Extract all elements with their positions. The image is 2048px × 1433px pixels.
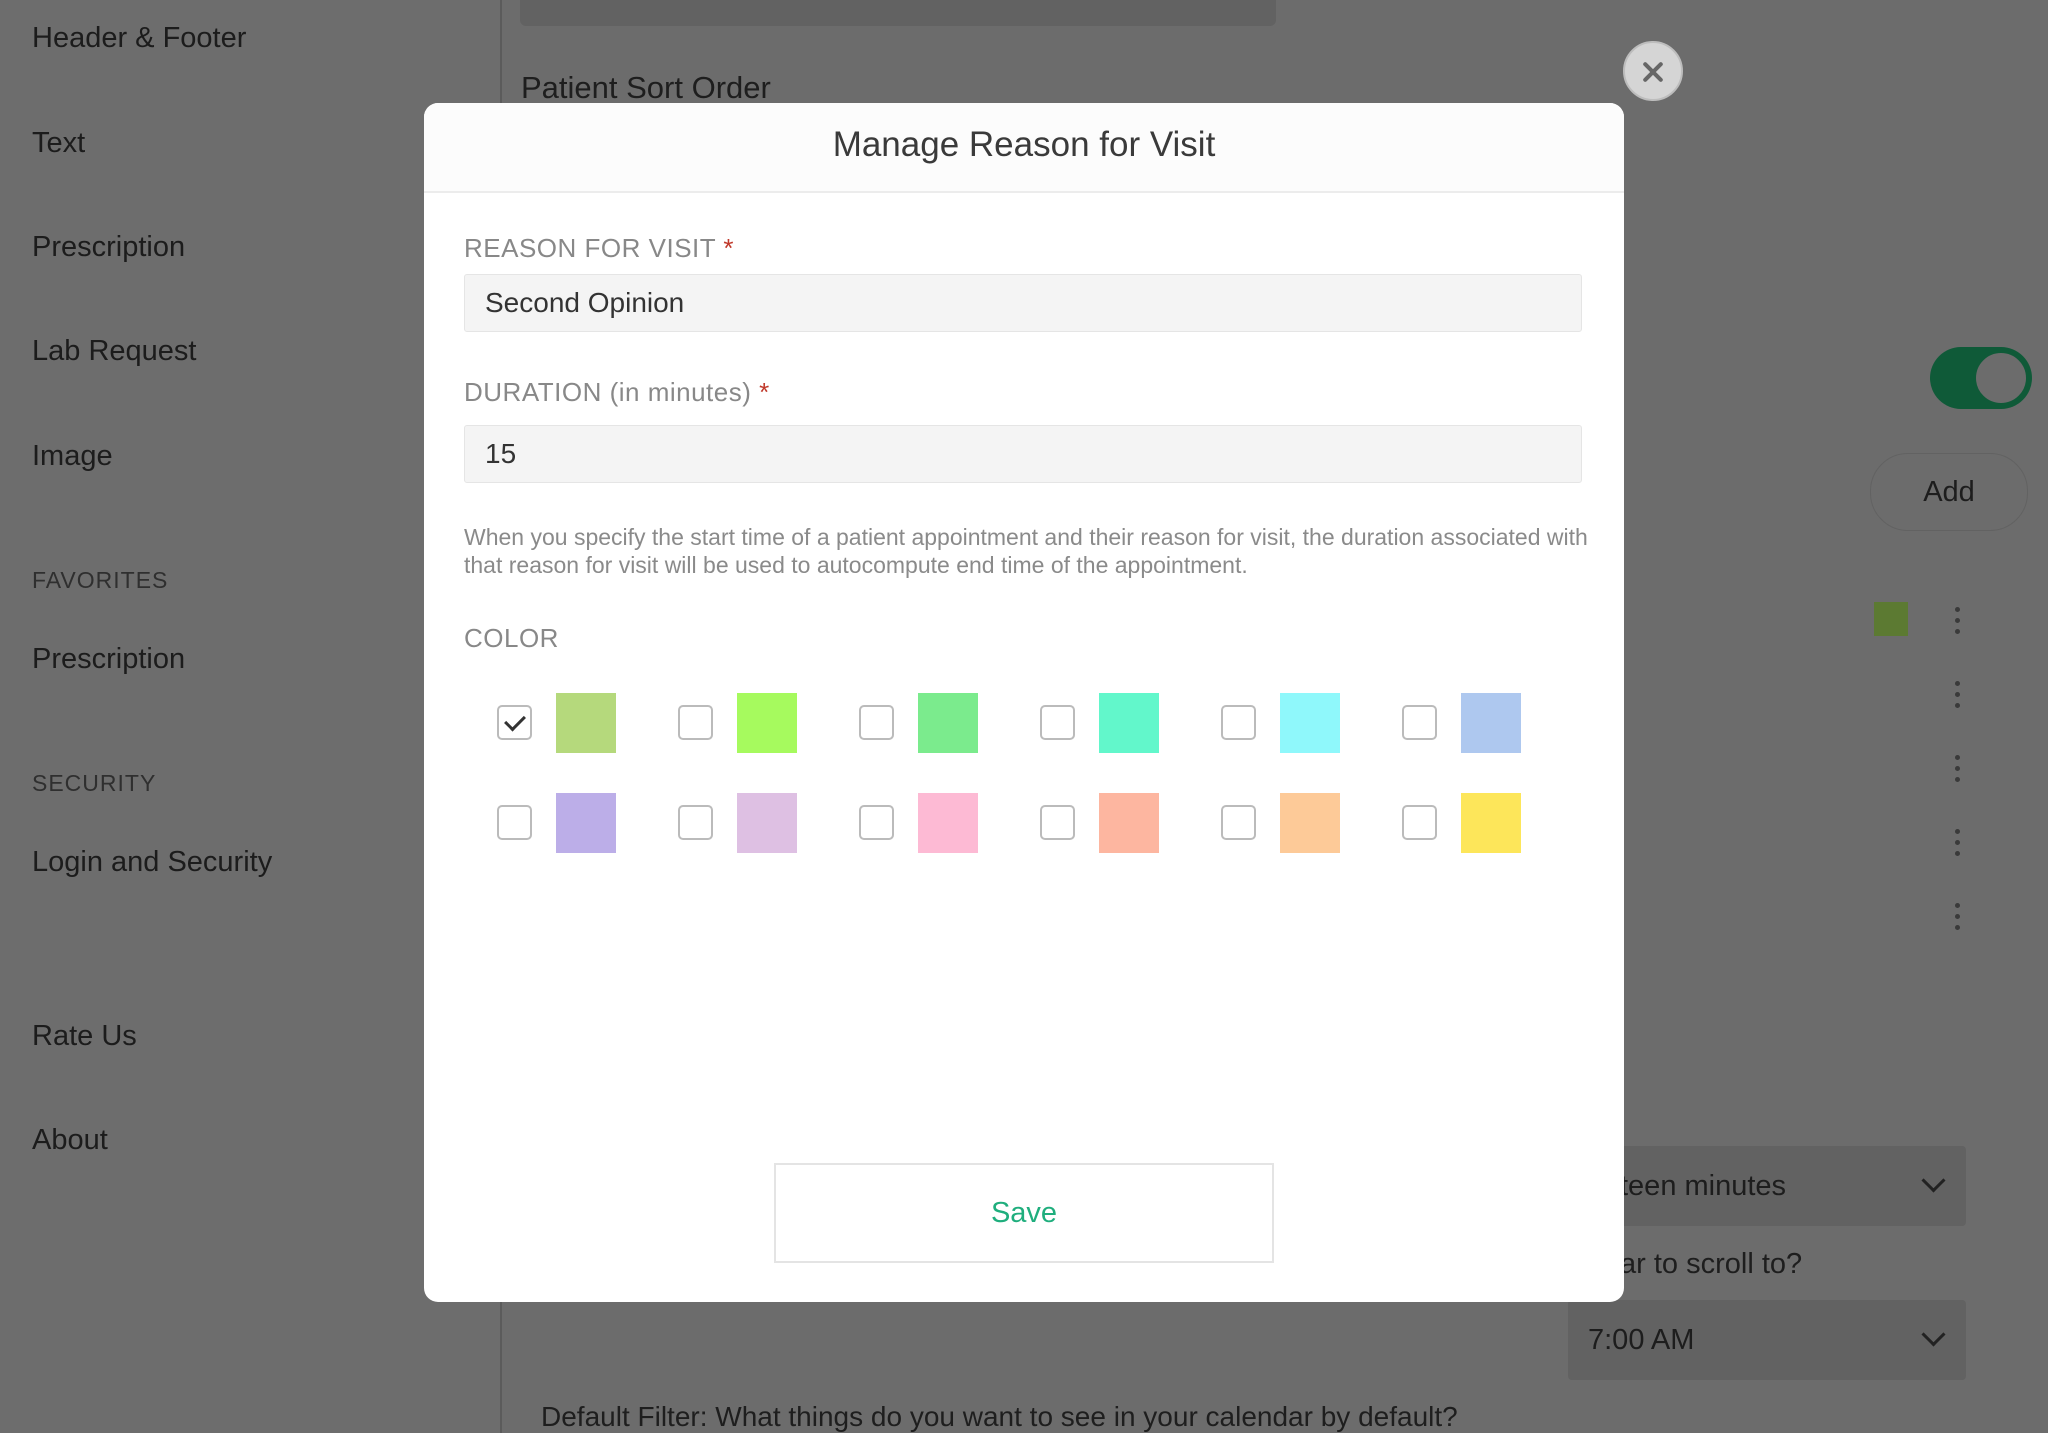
more-icon[interactable] xyxy=(1955,681,1961,709)
color-swatch[interactable] xyxy=(1099,693,1159,753)
color-swatch[interactable] xyxy=(918,793,978,853)
top-field xyxy=(520,0,1276,26)
required-mark: * xyxy=(759,377,770,407)
modal-title: Manage Reason for Visit xyxy=(832,125,1216,164)
more-icon[interactable] xyxy=(1955,755,1961,783)
sidebar-item-text[interactable]: Text xyxy=(32,127,85,160)
color-swatch[interactable] xyxy=(1280,693,1340,753)
color-option[interactable] xyxy=(1024,791,1159,853)
color-swatch[interactable] xyxy=(556,793,616,853)
close-button[interactable] xyxy=(1623,41,1683,101)
chevron-down-icon xyxy=(1921,1322,1946,1347)
reason-label: REASON FOR VISIT * xyxy=(464,233,734,264)
color-swatch[interactable] xyxy=(1461,793,1521,853)
color-swatch[interactable] xyxy=(737,693,797,753)
color-option[interactable] xyxy=(1205,691,1340,753)
modal-header: Manage Reason for Visit xyxy=(424,103,1624,193)
color-option[interactable] xyxy=(1205,791,1340,853)
color-swatch[interactable] xyxy=(556,693,616,753)
sidebar-item-header-footer[interactable]: Header & Footer xyxy=(32,22,246,55)
duration-label: DURATION (in minutes) * xyxy=(464,377,770,408)
sidebar-item-login-security[interactable]: Login and Security xyxy=(32,846,272,879)
favorites-heading: FAVORITES xyxy=(32,567,169,593)
setting-toggle[interactable] xyxy=(1930,347,2032,409)
color-label: COLOR xyxy=(464,623,559,653)
color-checkbox[interactable] xyxy=(859,805,894,840)
sidebar-item-lab-request[interactable]: Lab Request xyxy=(32,335,196,368)
color-checkbox[interactable] xyxy=(1221,705,1256,740)
reason-input[interactable] xyxy=(464,274,1582,332)
color-checkbox[interactable] xyxy=(1040,705,1075,740)
color-checkbox[interactable] xyxy=(497,705,532,740)
reason-label-text: REASON FOR VISIT xyxy=(464,233,716,263)
color-checkbox[interactable] xyxy=(1402,805,1437,840)
color-option[interactable] xyxy=(1386,691,1521,753)
color-swatch[interactable] xyxy=(1099,793,1159,853)
duration-hint: When you specify the start time of a pat… xyxy=(464,524,1588,578)
color-swatch[interactable] xyxy=(1280,793,1340,853)
color-option[interactable] xyxy=(1024,691,1159,753)
color-option[interactable] xyxy=(481,691,616,753)
duration-label-text: DURATION (in minutes) xyxy=(464,377,752,407)
color-swatch[interactable] xyxy=(737,793,797,853)
security-heading: SECURITY xyxy=(32,770,157,796)
add-button[interactable]: Add xyxy=(1870,453,2028,531)
color-swatch[interactable] xyxy=(918,693,978,753)
filter-question: Default Filter: What things do you want … xyxy=(541,1401,1458,1432)
manage-reason-modal: Manage Reason for Visit REASON FOR VISIT… xyxy=(424,103,1624,1302)
more-icon[interactable] xyxy=(1955,607,1961,635)
more-icon[interactable] xyxy=(1955,903,1961,931)
color-checkbox[interactable] xyxy=(497,805,532,840)
color-checkbox[interactable] xyxy=(859,705,894,740)
sidebar-item-favorite-prescription[interactable]: Prescription xyxy=(32,643,185,676)
required-mark: * xyxy=(723,233,735,263)
scroll-time-select[interactable]: 7:00 AM xyxy=(1568,1300,1966,1380)
scroll-question: ar to scroll to? xyxy=(1620,1248,1803,1280)
more-icon[interactable] xyxy=(1955,829,1961,857)
color-checkbox[interactable] xyxy=(1040,805,1075,840)
color-checkbox[interactable] xyxy=(1221,805,1256,840)
chevron-down-icon xyxy=(1921,1168,1946,1193)
color-option[interactable] xyxy=(843,791,978,853)
color-checkbox[interactable] xyxy=(1402,705,1437,740)
toggle-knob xyxy=(1973,350,2029,406)
color-checkbox[interactable] xyxy=(678,705,713,740)
color-swatch xyxy=(1874,602,1908,636)
sidebar-item-about[interactable]: About xyxy=(32,1124,108,1157)
color-option[interactable] xyxy=(843,691,978,753)
color-swatch[interactable] xyxy=(1461,693,1521,753)
color-option[interactable] xyxy=(1386,791,1521,853)
interval-select[interactable]: teen minutes xyxy=(1568,1146,1966,1226)
color-option[interactable] xyxy=(662,791,797,853)
sidebar-item-prescription[interactable]: Prescription xyxy=(32,231,185,264)
scroll-time-value: 7:00 AM xyxy=(1588,1324,1695,1356)
section-title: Patient Sort Order xyxy=(521,70,771,105)
save-button[interactable]: Save xyxy=(774,1163,1274,1263)
sidebar-item-rate-us[interactable]: Rate Us xyxy=(32,1020,137,1053)
interval-select-value: teen minutes xyxy=(1620,1170,1787,1202)
color-checkbox[interactable] xyxy=(678,805,713,840)
color-option[interactable] xyxy=(481,791,616,853)
duration-input[interactable] xyxy=(464,425,1582,483)
sidebar-item-image[interactable]: Image xyxy=(32,440,113,473)
color-option[interactable] xyxy=(662,691,797,753)
